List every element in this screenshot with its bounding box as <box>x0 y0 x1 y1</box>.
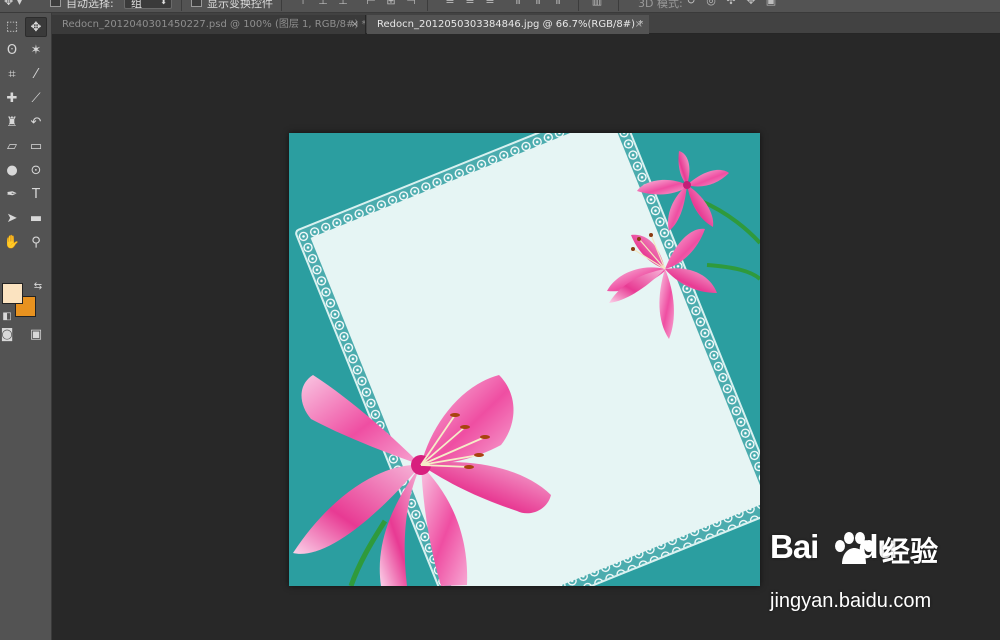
marquee-tool-icon[interactable]: ⬚ <box>1 17 23 37</box>
close-icon[interactable]: × <box>635 15 643 34</box>
baidu-jingyan-watermark: Bai du 经验 jingyan.baidu.com <box>770 528 1000 628</box>
auto-select-dropdown[interactable]: 组 ⬍ <box>124 0 172 10</box>
rotate-3d-icon[interactable]: ↻ <box>684 0 698 8</box>
tab-document-psd[interactable]: Redocn_2012040301450227.psd @ 100% (图层 1… <box>52 15 366 34</box>
auto-select-label: 自动选择: <box>66 0 114 10</box>
watermark-brand-left: Bai <box>770 528 819 565</box>
separator <box>618 0 619 11</box>
dodge-tool-icon[interactable]: ⊙ <box>25 161 47 181</box>
roll-3d-icon[interactable]: ◎ <box>704 0 718 8</box>
align-right-icon[interactable]: ⊣ <box>404 0 418 8</box>
baidu-paw-icon <box>835 532 874 564</box>
gradient-tool-icon[interactable]: ▭ <box>25 137 47 157</box>
document-canvas[interactable] <box>289 133 760 586</box>
pen-tool-icon[interactable]: ✒ <box>1 185 23 205</box>
close-icon[interactable]: × <box>351 15 359 34</box>
hand-tool-icon[interactable]: ✋ <box>1 233 23 253</box>
document-artwork <box>289 133 760 586</box>
history-brush-tool-icon[interactable]: ↶ <box>25 113 47 133</box>
lasso-tool-icon[interactable]: ʘ <box>1 41 23 61</box>
separator <box>427 0 428 11</box>
blur-tool-icon[interactable]: ● <box>1 161 23 181</box>
swap-colors-icon[interactable]: ⇆ <box>27 277 49 297</box>
align-left-icon[interactable]: ⊢ <box>364 0 378 8</box>
type-tool-icon[interactable]: T <box>25 185 47 205</box>
show-transform-label: 显示变换控件 <box>207 0 273 10</box>
chevron-down-icon: ⬍ <box>160 0 167 6</box>
auto-select-checkbox[interactable] <box>50 0 61 7</box>
align-bottom-icon[interactable]: ⊥ <box>336 0 350 8</box>
zoom-tool-icon[interactable]: ⚲ <box>25 233 47 253</box>
crop-tool-icon[interactable]: ⌗ <box>1 65 23 85</box>
mode-3d-label: 3D 模式: <box>638 0 683 10</box>
tool-preset-picker[interactable]: ✥ ▾ <box>4 0 38 11</box>
distribute-center-icon[interactable]: ≡ <box>463 0 477 8</box>
path-selection-tool-icon[interactable]: ➤ <box>1 209 23 229</box>
brush-tool-icon[interactable]: ⟋ <box>25 89 47 109</box>
watermark-url: jingyan.baidu.com <box>770 590 932 612</box>
rectangle-tool-icon[interactable]: ▬ <box>25 209 47 229</box>
tab-document-jpg[interactable]: Redocn_2012050303384846.jpg @ 66.7%(RGB/… <box>367 15 649 34</box>
foreground-color-swatch[interactable] <box>2 283 23 304</box>
eyedropper-tool-icon[interactable]: ⁄ <box>25 65 47 85</box>
options-bar: ✥ ▾ 自动选择: 组 ⬍ 显示变换控件 ⊤ ⊥ ⊥ ⊢ ⊞ ⊣ ≡ ≡ ≡ ⦀… <box>0 0 1000 13</box>
align-horizontal-center-icon[interactable]: ⊞ <box>384 0 398 8</box>
watermark-service: 经验 <box>882 535 939 568</box>
separator <box>181 0 182 11</box>
align-top-icon[interactable]: ⊤ <box>296 0 310 8</box>
magic-wand-tool-icon[interactable]: ✶ <box>25 41 47 61</box>
drag-3d-icon[interactable]: ✣ <box>724 0 738 8</box>
scale-3d-icon[interactable]: ▣ <box>764 0 778 8</box>
auto-select-value: 组 <box>131 0 142 10</box>
tab-label: Redocn_2012050303384846.jpg @ 66.7%(RGB/… <box>377 19 644 30</box>
show-transform-checkbox[interactable] <box>191 0 202 7</box>
toolbox: ⬚ ✥ ʘ ✶ ⌗ ⁄ ✚ ⟋ ♜ ↶ ▱ ▭ ● ⊙ ✒ T ➤ ▬ ✋ ⚲ ⇆ ◧ ◙ ▣ <box>0 13 52 640</box>
document-tab-bar: Redocn_2012040301450227.psd @ 100% (图层 1… <box>52 13 1000 34</box>
distribute-top-icon[interactable]: ≡ <box>443 0 457 8</box>
distribute-bottom-icon[interactable]: ≡ <box>483 0 497 8</box>
distribute-horizontal-icon[interactable]: ⦀ <box>531 0 545 8</box>
distribute-right-icon[interactable]: ⦀ <box>551 0 565 8</box>
eraser-tool-icon[interactable]: ▱ <box>1 137 23 157</box>
move-tool-icon[interactable]: ✥ <box>25 17 47 37</box>
align-vertical-center-icon[interactable]: ⊥ <box>316 0 330 8</box>
auto-align-icon[interactable]: ▥ <box>590 0 604 8</box>
distribute-left-icon[interactable]: ⦀ <box>511 0 525 8</box>
slide-3d-icon[interactable]: ✥ <box>744 0 758 8</box>
quick-mask-icon[interactable]: ◙ <box>0 325 18 345</box>
separator <box>281 0 282 11</box>
healing-brush-tool-icon[interactable]: ✚ <box>1 89 23 109</box>
clone-stamp-tool-icon[interactable]: ♜ <box>1 113 23 133</box>
separator <box>578 0 579 11</box>
screen-mode-icon[interactable]: ▣ <box>25 325 47 345</box>
tab-label: Redocn_2012040301450227.psd @ 100% (图层 1… <box>62 19 366 30</box>
